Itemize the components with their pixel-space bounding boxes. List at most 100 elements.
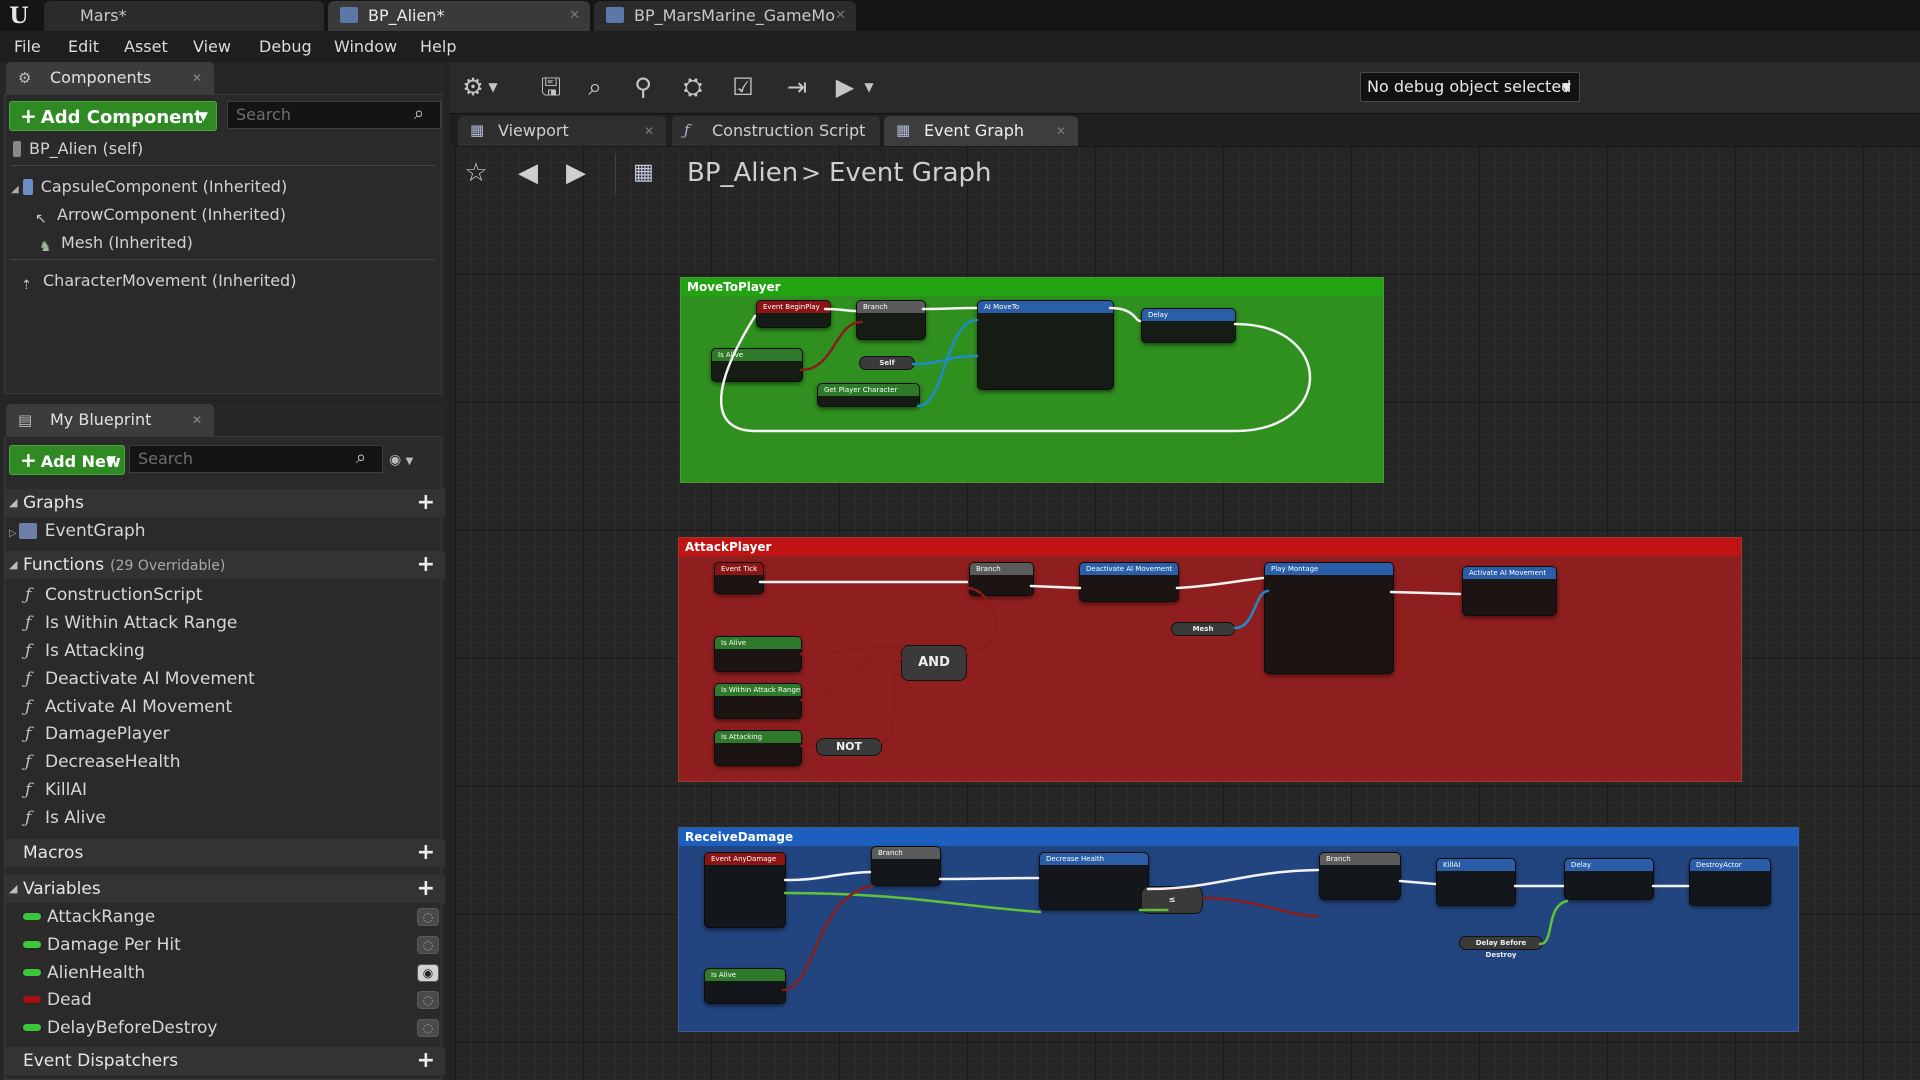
chevron-down-icon: ▼ bbox=[106, 453, 116, 467]
menu-file[interactable]: File bbox=[14, 31, 41, 62]
eye-icon[interactable]: ◌ bbox=[417, 908, 439, 926]
graphs-section-header[interactable]: ◢ Graphs + bbox=[5, 489, 445, 517]
overridable-count: (29 Overridable) bbox=[110, 558, 226, 574]
function-item[interactable]: ƒ Activate AI Movement bbox=[25, 693, 232, 721]
component-item-capsule[interactable]: ◢ CapsuleComponent (Inherited) bbox=[11, 175, 287, 199]
class-defaults-icon[interactable]: ☑ bbox=[724, 68, 762, 106]
function-icon: ƒ bbox=[25, 752, 32, 772]
event-graph-canvas[interactable]: ☆ ◀ ▶ ▦ BP_Alien > Event Graph MoveToPla… bbox=[455, 146, 1920, 1080]
tab-viewport[interactable]: ▦ Viewport ✕ bbox=[458, 116, 666, 146]
close-icon[interactable]: ✕ bbox=[1056, 116, 1066, 146]
menu-edit[interactable]: Edit bbox=[68, 31, 99, 62]
editor-tab-bar: ▦ Viewport ✕ ƒ Construction Script ▦ Event … bbox=[450, 114, 1920, 146]
variable-item[interactable]: AttackRange ◌ bbox=[23, 903, 443, 931]
eye-icon[interactable]: ◌ bbox=[417, 991, 439, 1009]
collapse-arrow-icon: ◢ bbox=[9, 558, 18, 571]
function-item[interactable]: ƒ Is Within Attack Range bbox=[25, 609, 237, 637]
my-blueprint-search-input[interactable]: Search ⌕ bbox=[129, 445, 383, 473]
chevron-down-icon[interactable]: ▼ bbox=[860, 68, 878, 106]
component-item-mesh[interactable]: ♞ Mesh (Inherited) bbox=[39, 231, 193, 255]
add-macro-button[interactable]: + bbox=[417, 839, 435, 867]
function-item[interactable]: ƒ KillAI bbox=[25, 776, 87, 804]
exec-wire bbox=[1029, 584, 1082, 590]
function-item[interactable]: ƒ Is Alive bbox=[25, 804, 106, 832]
eye-icon[interactable]: ◉ bbox=[417, 964, 439, 982]
function-icon: ƒ bbox=[25, 669, 32, 689]
doc-tab-label: BP_Alien* bbox=[368, 6, 445, 25]
chevron-down-icon: ▼ bbox=[198, 109, 208, 123]
simulation-icon[interactable]: ⇥ bbox=[778, 68, 816, 106]
doc-tab-mars[interactable]: Mars* bbox=[44, 1, 324, 31]
movement-icon: ⇡ bbox=[21, 278, 32, 293]
float-type-pill bbox=[23, 969, 41, 976]
macros-section-header[interactable]: Macros + bbox=[5, 839, 445, 867]
add-component-button[interactable]: + Add Component ▼ bbox=[9, 101, 217, 131]
find-in-browser-icon[interactable]: ⌕ bbox=[576, 68, 614, 106]
variable-item[interactable]: Dead ◌ bbox=[23, 986, 443, 1014]
functions-section-header[interactable]: ◢ Functions (29 Overridable) + bbox=[5, 551, 445, 579]
function-item[interactable]: ƒ DecreaseHealth bbox=[25, 748, 181, 776]
graph-item-eventgraph[interactable]: ▷ EventGraph bbox=[9, 517, 146, 545]
function-icon: ƒ bbox=[25, 585, 32, 605]
tab-event-graph[interactable]: ▦ Event Graph ✕ bbox=[884, 116, 1078, 146]
event-dispatchers-section-header[interactable]: Event Dispatchers + bbox=[5, 1047, 445, 1075]
mesh-icon: ♞ bbox=[39, 239, 52, 255]
doc-tab-bp-alien[interactable]: BP_Alien* ✕ bbox=[328, 1, 590, 31]
search-blueprint-icon[interactable]: ⚲ bbox=[624, 68, 662, 106]
variable-item[interactable]: Damage Per Hit ◌ bbox=[23, 931, 443, 959]
function-item[interactable]: ƒ Is Attacking bbox=[25, 637, 145, 665]
debug-object-value: No debug object selected bbox=[1367, 77, 1572, 96]
eye-icon: ◉ bbox=[389, 452, 402, 468]
close-icon[interactable]: ✕ bbox=[835, 1, 846, 31]
menu-view[interactable]: View bbox=[193, 31, 231, 62]
tab-label: Event Graph bbox=[924, 121, 1024, 140]
tab-construction-script[interactable]: ƒ Construction Script bbox=[672, 116, 880, 146]
variables-section-header[interactable]: ◢ Variables + bbox=[5, 875, 445, 903]
add-function-button[interactable]: + bbox=[417, 551, 435, 579]
my-blueprint-panel: ▤ My Blueprint ✕ + Add New ▼ Search ⌕ ◉ ▼… bbox=[0, 402, 446, 1080]
close-icon[interactable]: ✕ bbox=[644, 116, 654, 146]
variable-item[interactable]: AlienHealth ◉ bbox=[23, 959, 443, 987]
doc-tab-gamemode[interactable]: BP_MarsMarine_GameMo ✕ bbox=[594, 1, 856, 31]
close-icon[interactable]: ✕ bbox=[192, 62, 202, 94]
exec-wire bbox=[1175, 576, 1265, 590]
chevron-down-icon[interactable]: ▼ bbox=[484, 68, 502, 106]
menu-asset[interactable]: Asset bbox=[124, 31, 168, 62]
debug-object-select[interactable]: No debug object selected ▼ bbox=[1360, 72, 1580, 102]
viewport-icon: ▦ bbox=[470, 121, 485, 139]
search-icon[interactable]: ⌕ bbox=[414, 104, 434, 124]
add-dispatcher-button[interactable]: + bbox=[417, 1047, 435, 1075]
close-icon[interactable]: ✕ bbox=[569, 1, 580, 31]
tab-components[interactable]: ⚙ Components ✕ bbox=[6, 62, 214, 94]
view-options-button[interactable]: ◉ ▼ bbox=[389, 449, 433, 471]
component-item-arrow[interactable]: ↖ ArrowComponent (Inherited) bbox=[35, 203, 286, 227]
add-graph-button[interactable]: + bbox=[417, 489, 435, 517]
exec-wire bbox=[1389, 590, 1462, 596]
search-placeholder: Search bbox=[138, 449, 193, 468]
class-settings-icon[interactable]: ⛭ bbox=[674, 68, 712, 106]
play-icon[interactable]: ▶ bbox=[826, 68, 864, 106]
divider bbox=[11, 165, 435, 166]
search-icon[interactable]: ⌕ bbox=[356, 448, 376, 468]
menu-window[interactable]: Window bbox=[334, 31, 397, 62]
component-item-self[interactable]: BP_Alien (self) bbox=[13, 137, 143, 161]
components-search-input[interactable]: Search ⌕ bbox=[227, 101, 441, 129]
function-item[interactable]: ƒ DamagePlayer bbox=[25, 720, 170, 748]
blueprint-book-icon: ▤ bbox=[18, 411, 33, 429]
function-label: DamagePlayer bbox=[45, 724, 170, 744]
function-item[interactable]: ƒ Deactivate AI Movement bbox=[25, 665, 255, 693]
tab-my-blueprint[interactable]: ▤ My Blueprint ✕ bbox=[6, 404, 214, 436]
menu-help[interactable]: Help bbox=[420, 31, 456, 62]
exec-wire bbox=[921, 306, 978, 311]
component-item-movement[interactable]: ⇡ CharacterMovement (Inherited) bbox=[21, 269, 296, 293]
eye-icon[interactable]: ◌ bbox=[417, 1019, 439, 1037]
variable-item[interactable]: DelayBeforeDestroy ◌ bbox=[23, 1014, 443, 1042]
save-icon[interactable]: 🖫 bbox=[532, 68, 570, 106]
close-icon[interactable]: ✕ bbox=[192, 404, 202, 436]
eye-icon[interactable]: ◌ bbox=[417, 936, 439, 954]
add-new-button[interactable]: + Add New ▼ bbox=[9, 445, 125, 475]
function-label: ConstructionScript bbox=[45, 585, 203, 605]
menu-debug[interactable]: Debug bbox=[259, 31, 312, 62]
add-variable-button[interactable]: + bbox=[417, 875, 435, 903]
function-item[interactable]: ƒ ConstructionScript bbox=[25, 581, 203, 609]
